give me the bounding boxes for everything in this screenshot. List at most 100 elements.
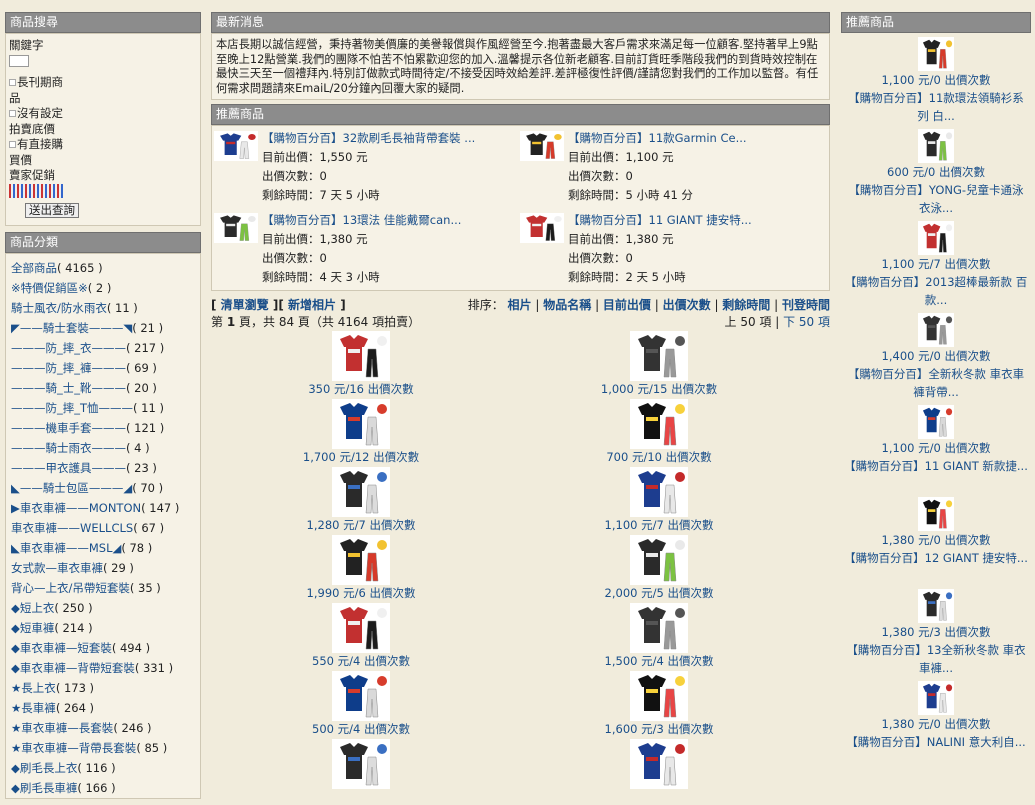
product-thumbnail[interactable]	[630, 671, 688, 721]
category-link[interactable]: 背心—上衣/吊帶短套裝	[11, 581, 130, 595]
keyword-input[interactable]	[9, 55, 29, 67]
product-thumbnail[interactable]	[332, 331, 390, 381]
product-price-bids[interactable]: 1,990 元/6 出價次數	[276, 585, 446, 601]
promo-select[interactable]	[9, 184, 63, 198]
category-link[interactable]: ———防_摔_褲———	[11, 361, 126, 375]
product-thumbnail[interactable]	[630, 331, 688, 381]
product-price-bids[interactable]: 2,000 元/5 出價次數	[574, 585, 744, 601]
right-item-thumbnail[interactable]	[918, 681, 954, 715]
category-item[interactable]: 車衣車褲——WELLCLS( 67 )	[11, 518, 200, 538]
category-item[interactable]: ———防_摔_T恤———( 11 )	[11, 398, 200, 418]
sort-option[interactable]: 目前出價	[603, 298, 651, 312]
product-price-bids[interactable]	[574, 789, 744, 805]
featured-title-link[interactable]: 【購物百分百】11 GIANT 捷安特...	[568, 212, 823, 228]
product-thumbnail[interactable]	[630, 399, 688, 449]
featured-thumbnail[interactable]	[214, 213, 258, 243]
product-price-bids[interactable]: 500 元/4 出價次數	[276, 721, 446, 737]
category-item[interactable]: 女式款—車衣車褲( 29 )	[11, 558, 200, 578]
category-item[interactable]: ◆刷毛長上衣( 116 )	[11, 758, 200, 778]
right-item-thumbnail[interactable]	[918, 405, 954, 439]
product-thumbnail[interactable]	[332, 671, 390, 721]
category-link[interactable]: ———防_摔_T恤———	[11, 401, 133, 415]
product-price-bids[interactable]	[276, 789, 446, 805]
buy-now-checkbox[interactable]	[9, 141, 16, 148]
category-item[interactable]: ★長上衣( 173 )	[11, 678, 200, 698]
category-link[interactable]: ———機車手套———	[11, 421, 126, 435]
sort-option[interactable]: 相片	[508, 298, 532, 312]
category-link[interactable]: ◆刷毛長車褲	[11, 781, 77, 795]
right-item-link[interactable]: 【購物百分百】2013超棒最新款 百款...	[841, 273, 1031, 309]
product-price-bids[interactable]: 1,500 元/4 出價次數	[574, 653, 744, 669]
featured-title-link[interactable]: 【購物百分百】32款刷毛長袖背帶套裝 ...	[262, 130, 517, 146]
right-item-link[interactable]: 【購物百分百】NALINI 意大利自...	[841, 733, 1031, 769]
category-item[interactable]: ———騎士雨衣———( 4 )	[11, 438, 200, 458]
product-price-bids[interactable]: 1,000 元/15 出價次數	[574, 381, 744, 397]
long-listing-checkbox[interactable]	[9, 79, 16, 86]
product-thumbnail[interactable]	[332, 535, 390, 585]
category-link[interactable]: ———騎_士_靴———	[11, 381, 126, 395]
category-item[interactable]: ◆刷毛長車褲( 166 )	[11, 778, 200, 798]
product-thumbnail[interactable]	[630, 535, 688, 585]
product-price-bids[interactable]: 350 元/16 出價次數	[276, 381, 446, 397]
category-item[interactable]: ◆車衣車褲—背帶短套裝( 331 )	[11, 658, 200, 678]
category-item[interactable]: ★車衣車褲—長套裝( 246 )	[11, 718, 200, 738]
category-item[interactable]: 背心—上衣/吊帶短套裝( 35 )	[11, 578, 200, 598]
category-item[interactable]: ———騎_士_靴———( 20 )	[11, 378, 200, 398]
category-item[interactable]: ★車衣車褲—背帶長套裝( 85 )	[11, 738, 200, 758]
category-item[interactable]: ▶車衣車褲——MONTON( 147 )	[11, 498, 200, 518]
sort-option[interactable]: 物品名稱	[543, 298, 591, 312]
sort-option[interactable]: 出價次數	[663, 298, 711, 312]
right-item-thumbnail[interactable]	[918, 37, 954, 71]
category-link[interactable]: ◆短上衣	[11, 601, 54, 615]
featured-thumbnail[interactable]	[520, 213, 564, 243]
right-item-link[interactable]: 【購物百分百】13全新秋冬款 車衣車褲...	[841, 641, 1031, 677]
category-item[interactable]: 全部商品( 4165 )	[11, 258, 200, 278]
category-link[interactable]: ◆車衣車褲—短套裝	[11, 641, 112, 655]
category-link[interactable]: ◆車衣車褲—背帶短套裝	[11, 661, 135, 675]
add-photo-link[interactable]: 新增相片	[288, 298, 336, 312]
category-link[interactable]: ◣——騎士包區———◢	[11, 481, 132, 495]
right-item-thumbnail[interactable]	[918, 129, 954, 163]
category-item[interactable]: ———防_摔_褲———( 69 )	[11, 358, 200, 378]
category-item[interactable]: ———甲衣護具———( 23 )	[11, 458, 200, 478]
next-page-link[interactable]: 下 50 項	[783, 315, 830, 329]
category-link[interactable]: ———騎士雨衣———	[11, 441, 126, 455]
category-link[interactable]: ◤——騎士套裝———◥	[11, 321, 132, 335]
search-submit-button[interactable]: 送出查詢	[25, 203, 79, 218]
category-link[interactable]: ———甲衣護具———	[11, 461, 126, 475]
product-thumbnail[interactable]	[332, 467, 390, 517]
featured-title-link[interactable]: 【購物百分百】13環法 佳能戴爾can...	[262, 212, 517, 228]
category-item[interactable]: ◆短上衣( 250 )	[11, 598, 200, 618]
category-link[interactable]: 女式款—車衣車褲	[11, 561, 103, 575]
category-item[interactable]: ★長車褲( 264 )	[11, 698, 200, 718]
sort-option[interactable]: 剩餘時間	[722, 298, 770, 312]
featured-thumbnail[interactable]	[520, 131, 564, 161]
product-price-bids[interactable]: 550 元/4 出價次數	[276, 653, 446, 669]
category-link[interactable]: ★車衣車褲—背帶長套裝	[11, 741, 136, 755]
category-item[interactable]: ※特價促銷區※( 2 )	[11, 278, 200, 298]
product-thumbnail[interactable]	[630, 467, 688, 517]
product-price-bids[interactable]: 1,700 元/12 出價次數	[276, 449, 446, 465]
category-link[interactable]: ▶車衣車褲——MONTON	[11, 501, 141, 515]
category-item[interactable]: ◆短車褲( 214 )	[11, 618, 200, 638]
category-link[interactable]: ———防_摔_衣———	[11, 341, 126, 355]
category-item[interactable]: ◣——騎士包區———◢( 70 )	[11, 478, 200, 498]
browse-list-link[interactable]: 清單瀏覽	[221, 298, 269, 312]
no-reserve-checkbox[interactable]	[9, 110, 16, 117]
right-item-link[interactable]: 【購物百分百】11 GIANT 新款捷...	[841, 457, 1031, 493]
right-item-link[interactable]: 【購物百分百】全新秋冬款 車衣車褲背帶...	[841, 365, 1031, 401]
category-link[interactable]: ※特價促銷區※	[11, 281, 88, 295]
product-thumbnail[interactable]	[332, 603, 390, 653]
product-price-bids[interactable]: 1,600 元/3 出價次數	[574, 721, 744, 737]
right-item-link[interactable]: 【購物百分百】12 GIANT 捷安特...	[841, 549, 1031, 585]
right-item-thumbnail[interactable]	[918, 589, 954, 623]
right-item-thumbnail[interactable]	[918, 497, 954, 531]
featured-title-link[interactable]: 【購物百分百】11款Garmin Ce...	[568, 130, 823, 146]
category-item[interactable]: ◣車衣車褲——MSL◢( 78 )	[11, 538, 200, 558]
category-link[interactable]: 車衣車褲——WELLCLS	[11, 521, 133, 535]
category-item[interactable]: ———機車手套———( 121 )	[11, 418, 200, 438]
product-price-bids[interactable]: 1,280 元/7 出價次數	[276, 517, 446, 533]
category-link[interactable]: ◆刷毛長上衣	[11, 761, 77, 775]
product-thumbnail[interactable]	[630, 603, 688, 653]
category-link[interactable]: 全部商品	[11, 261, 57, 275]
